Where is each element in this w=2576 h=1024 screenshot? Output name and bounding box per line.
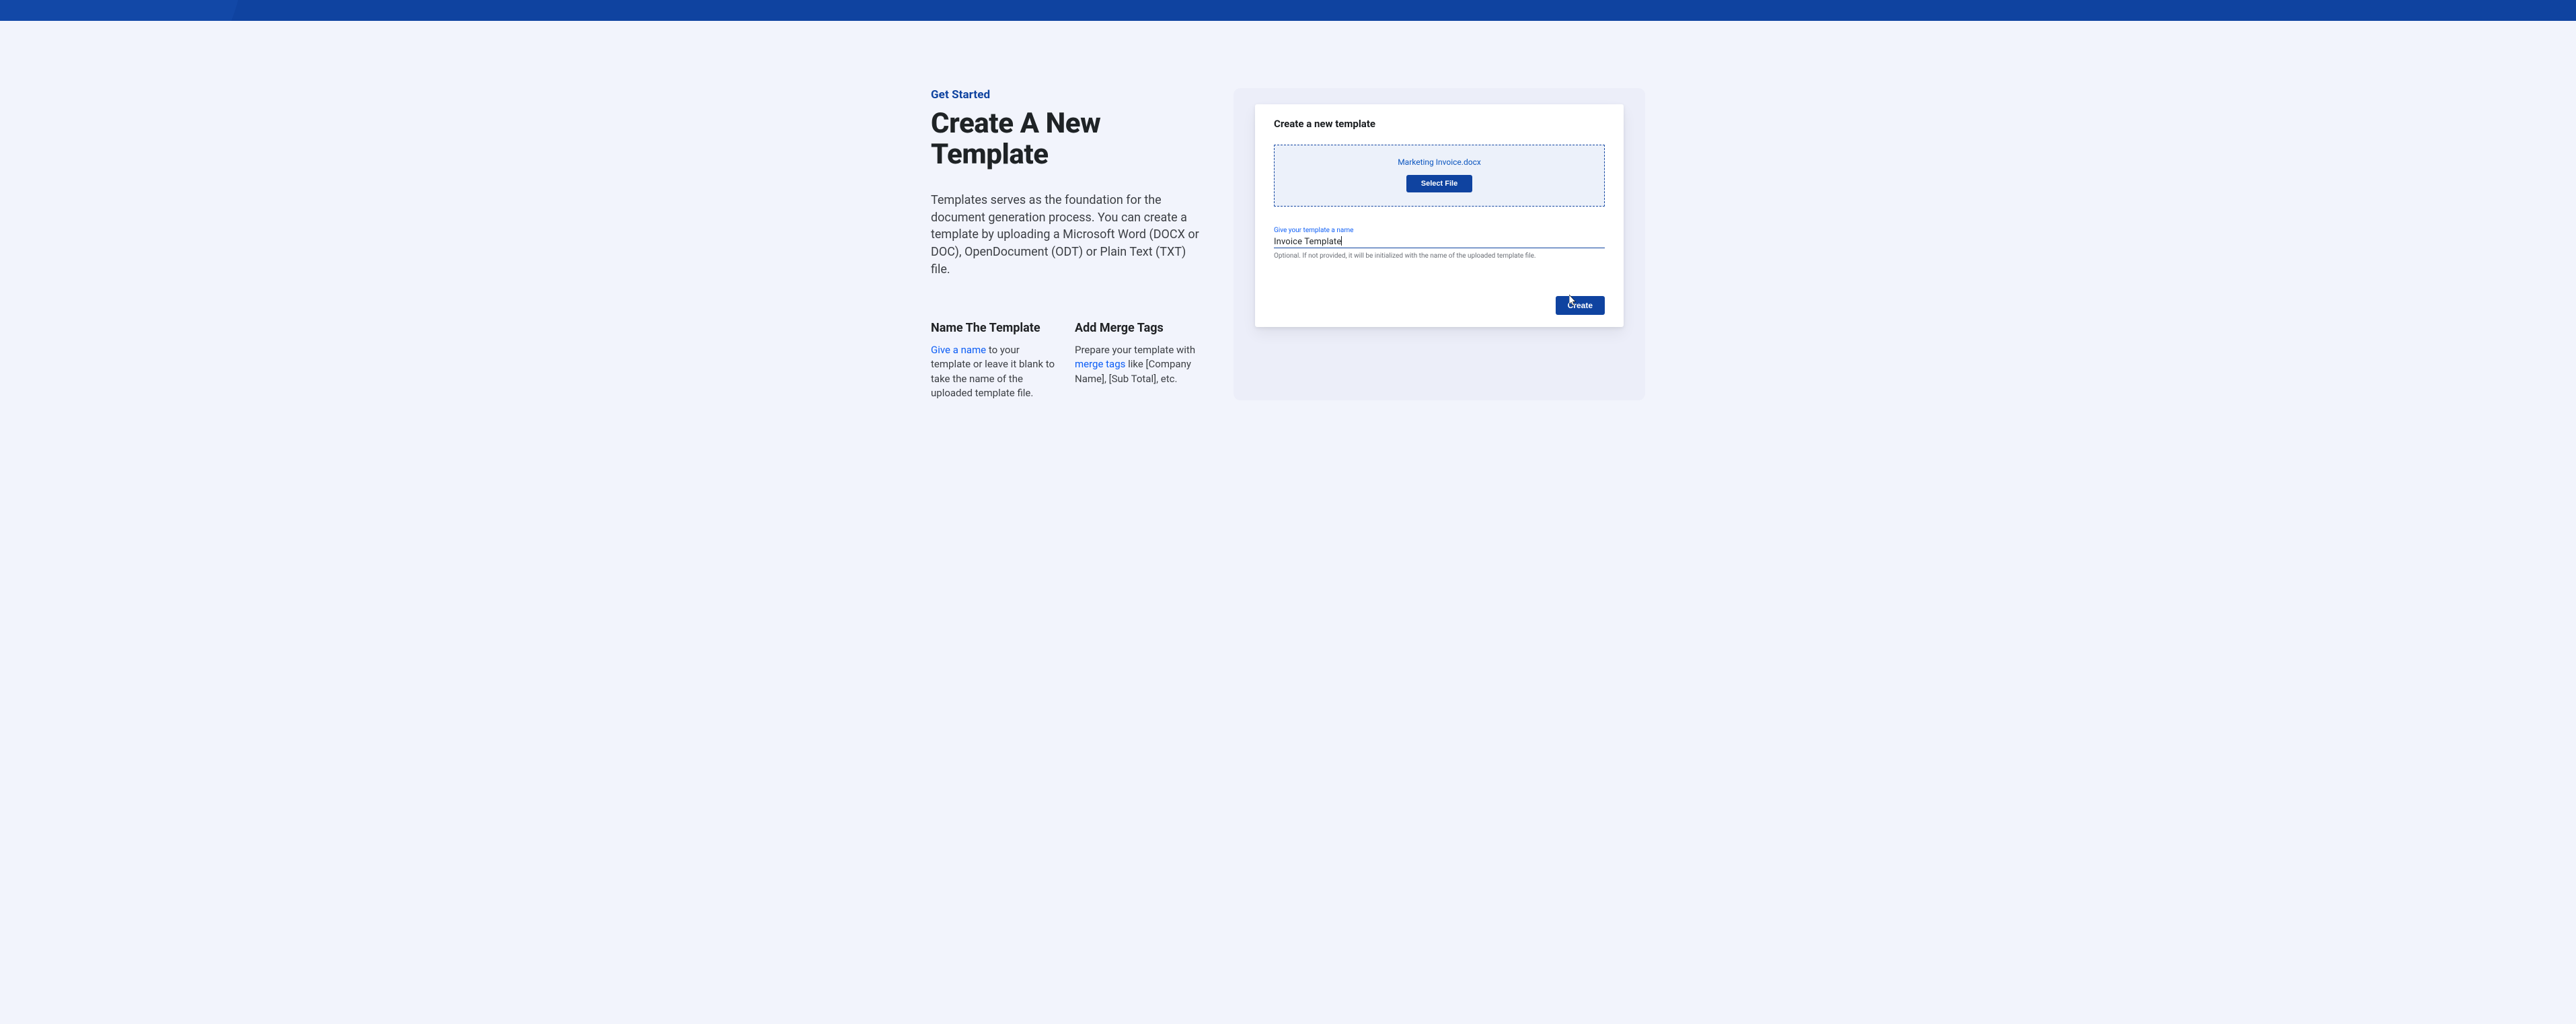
template-name-field: Give your template a name Invoice Templa… [1274, 227, 1605, 260]
give-name-link[interactable]: Give a name [931, 344, 986, 356]
file-dropzone[interactable]: Marketing Invoice.docx Select File [1274, 145, 1605, 207]
content-row: Get Started Create A New Template Templa… [931, 21, 1645, 400]
text-cursor [1341, 236, 1342, 246]
panel-actions: Create [1274, 296, 1605, 315]
template-name-input[interactable]: Invoice Template [1274, 234, 1605, 248]
sub-name-body: Give a name to your template or leave it… [931, 343, 1059, 400]
create-button[interactable]: Create [1556, 296, 1605, 315]
template-name-value: Invoice Template [1274, 237, 1341, 247]
page: Get Started Create A New Template Templa… [0, 21, 2576, 400]
sub-merge-tags: Add Merge Tags Prepare your template wit… [1075, 321, 1203, 400]
top-band [0, 0, 2576, 21]
template-name-label: Give your template a name [1274, 227, 1605, 234]
sub-name-title: Name The Template [931, 321, 1059, 335]
sub-row: Name The Template Give a name to your te… [931, 321, 1203, 400]
select-file-button[interactable]: Select File [1406, 175, 1472, 192]
panel-title: Create a new template [1274, 118, 1605, 130]
lead-paragraph: Templates serves as the foundation for t… [931, 192, 1203, 278]
merge-tags-link[interactable]: merge tags [1075, 358, 1125, 370]
page-heading: Create A New Template [931, 108, 1203, 170]
create-button-label: Create [1568, 301, 1593, 310]
sub-tags-pre: Prepare your template with [1075, 344, 1195, 356]
screenshot-panel-wrap: Create a new template Marketing Invoice.… [1234, 88, 1645, 400]
sub-tags-body: Prepare your template with merge tags li… [1075, 343, 1203, 386]
sub-tags-title: Add Merge Tags [1075, 321, 1203, 335]
sub-name-template: Name The Template Give a name to your te… [931, 321, 1059, 400]
create-template-panel: Create a new template Marketing Invoice.… [1255, 104, 1624, 327]
eyebrow: Get Started [931, 88, 1203, 102]
dropzone-filename: Marketing Invoice.docx [1398, 157, 1481, 167]
template-name-helper: Optional. If not provided, it will be in… [1274, 252, 1605, 260]
text-column: Get Started Create A New Template Templa… [931, 88, 1203, 400]
